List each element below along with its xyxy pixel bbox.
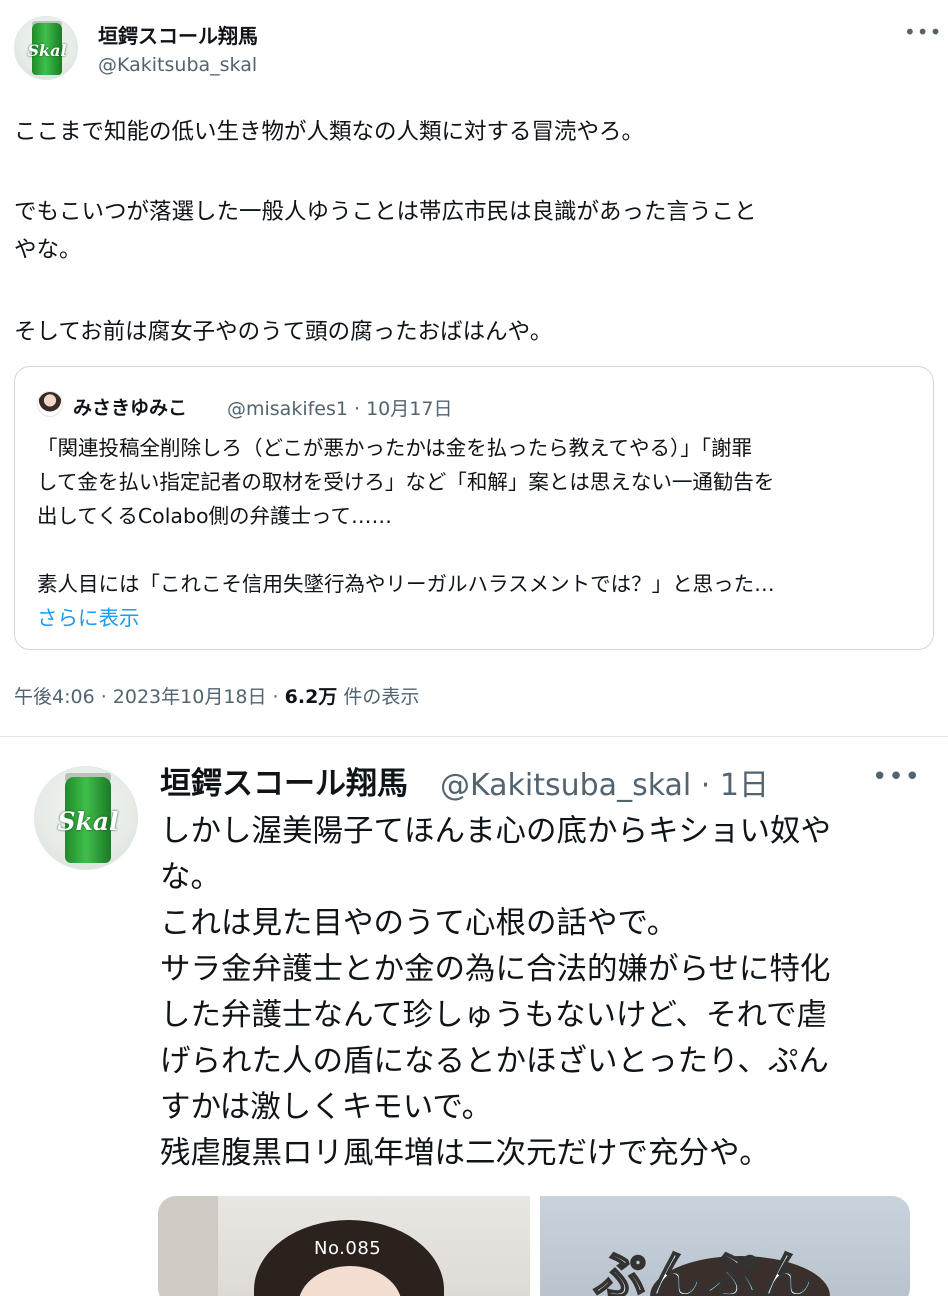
display-name[interactable]: 垣鍔スコール翔馬 (160, 758, 408, 803)
timestamp-text[interactable]: 午後4:06 · 2023年10月18日 · (14, 686, 285, 708)
tweet-text-line: 残虐腹黒ロリ風年増は二次元だけで充分や。 (160, 1136, 770, 1171)
tweet-text-line: な。 (160, 860, 221, 895)
image-caption: No.085 (314, 1238, 382, 1259)
quoted-text-line: 出してくるColabo側の弁護士って…… (37, 504, 393, 528)
tweet-text-line: ここまで知能の低い生き物が人類なの人類に対する冒涜やろ。 (14, 119, 645, 145)
more-options-icon[interactable]: ••• (904, 20, 942, 44)
quoted-avatar[interactable] (37, 391, 63, 417)
tweet-text-line: しかし渥美陽子てほんま心の底からキショい奴や (160, 814, 831, 849)
tweet-text-line: やな。 (14, 237, 82, 263)
divider (0, 736, 948, 737)
quoted-text-line: して金を払い指定記者の取材を受けろ」など「和解」案とは思えない一通勧告を (37, 470, 775, 494)
media-grid: No.085 ぷんぷん (158, 1196, 910, 1296)
tweet-main: Skal 垣鍔スコール翔馬 @Kakitsuba_skal ••• ここまで知能… (0, 0, 948, 735)
avatar[interactable]: Skal (14, 16, 78, 80)
avatar[interactable]: Skal (34, 766, 138, 870)
background-wall (158, 1196, 218, 1296)
tweet-text-line: した弁護士なんて珍しゅうもないけど、それで虐 (160, 998, 828, 1033)
tweet-text-line: そしてお前は腐女子やのうて頭の腐ったおばはんや。 (14, 319, 553, 345)
quoted-text-line: 「関連投稿全削除しろ（どこが悪かったかは金を払ったら教えてやる）」「謝罪 (37, 436, 753, 460)
avatar-logo-text: Skal (27, 41, 67, 60)
tweet-text-line: げられた人の盾になるとかほざいとったり、ぷん (160, 1044, 829, 1079)
quoted-tweet[interactable]: みさきゆみこ @misakifes1 · 10月17日 「関連投稿全削除しろ（ど… (14, 366, 934, 650)
show-more-link[interactable]: さらに表示 (37, 601, 140, 631)
image-overlay-text: ぷんぷん (593, 1246, 819, 1296)
display-name[interactable]: 垣鍔スコール翔馬 (98, 20, 258, 49)
tweet-text-line: すかは激しくキモいで。 (160, 1090, 493, 1125)
quoted-display-name[interactable]: みさきゆみこ (73, 393, 187, 420)
tweet-text-line: これは見た目やのうて心根の話やで。 (160, 906, 678, 941)
views-label: 件の表示 (337, 686, 420, 708)
media-image[interactable]: No.085 (158, 1196, 530, 1296)
more-options-icon[interactable]: ••• (872, 762, 921, 792)
views-count[interactable]: 6.2万 (285, 686, 338, 708)
tweet-text-line: サラ金弁護士とか金の為に合法的嫌がらせに特化 (160, 952, 831, 987)
quoted-text-line: 素人目には「これこそ信用失墜行為やリーガルハラスメントでは？」と思った… (37, 572, 775, 596)
avatar-logo-text: Skal (57, 807, 119, 836)
tweet-text-line: でもこいつが落選した一般人ゆうことは帯広市民は良識があった言うこと (14, 199, 757, 225)
user-handle[interactable]: @Kakitsuba_skal (98, 54, 257, 76)
tweet-timestamp: 午後4:06 · 2023年10月18日 · 6.2万 件の表示 (14, 682, 419, 709)
media-image[interactable]: ぷんぷん (540, 1196, 910, 1296)
user-handle-time[interactable]: @Kakitsuba_skal · 1日 (440, 760, 769, 804)
quoted-meta: @misakifes1 · 10月17日 (227, 398, 453, 420)
